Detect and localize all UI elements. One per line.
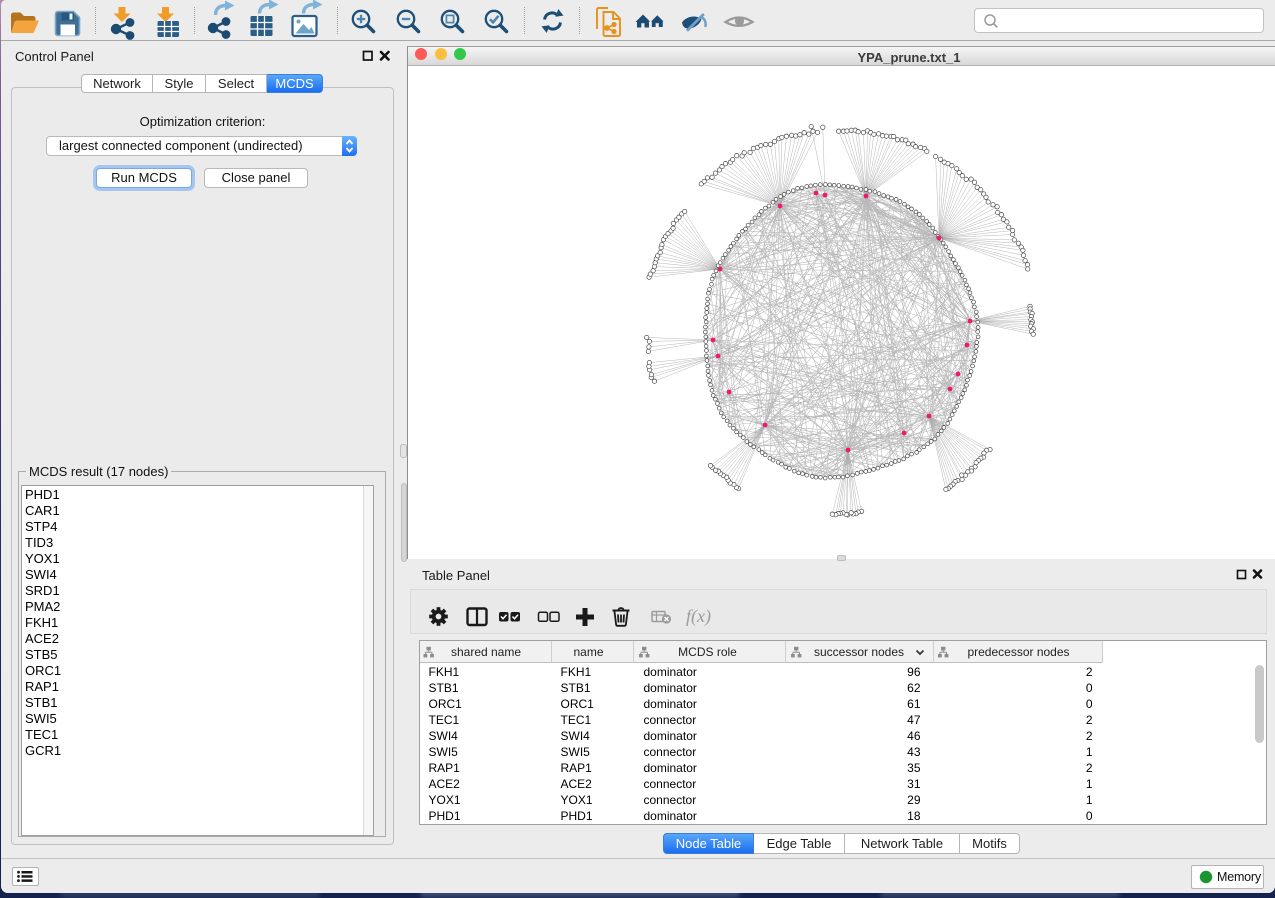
svg-text:f(x): f(x) [686, 606, 711, 627]
